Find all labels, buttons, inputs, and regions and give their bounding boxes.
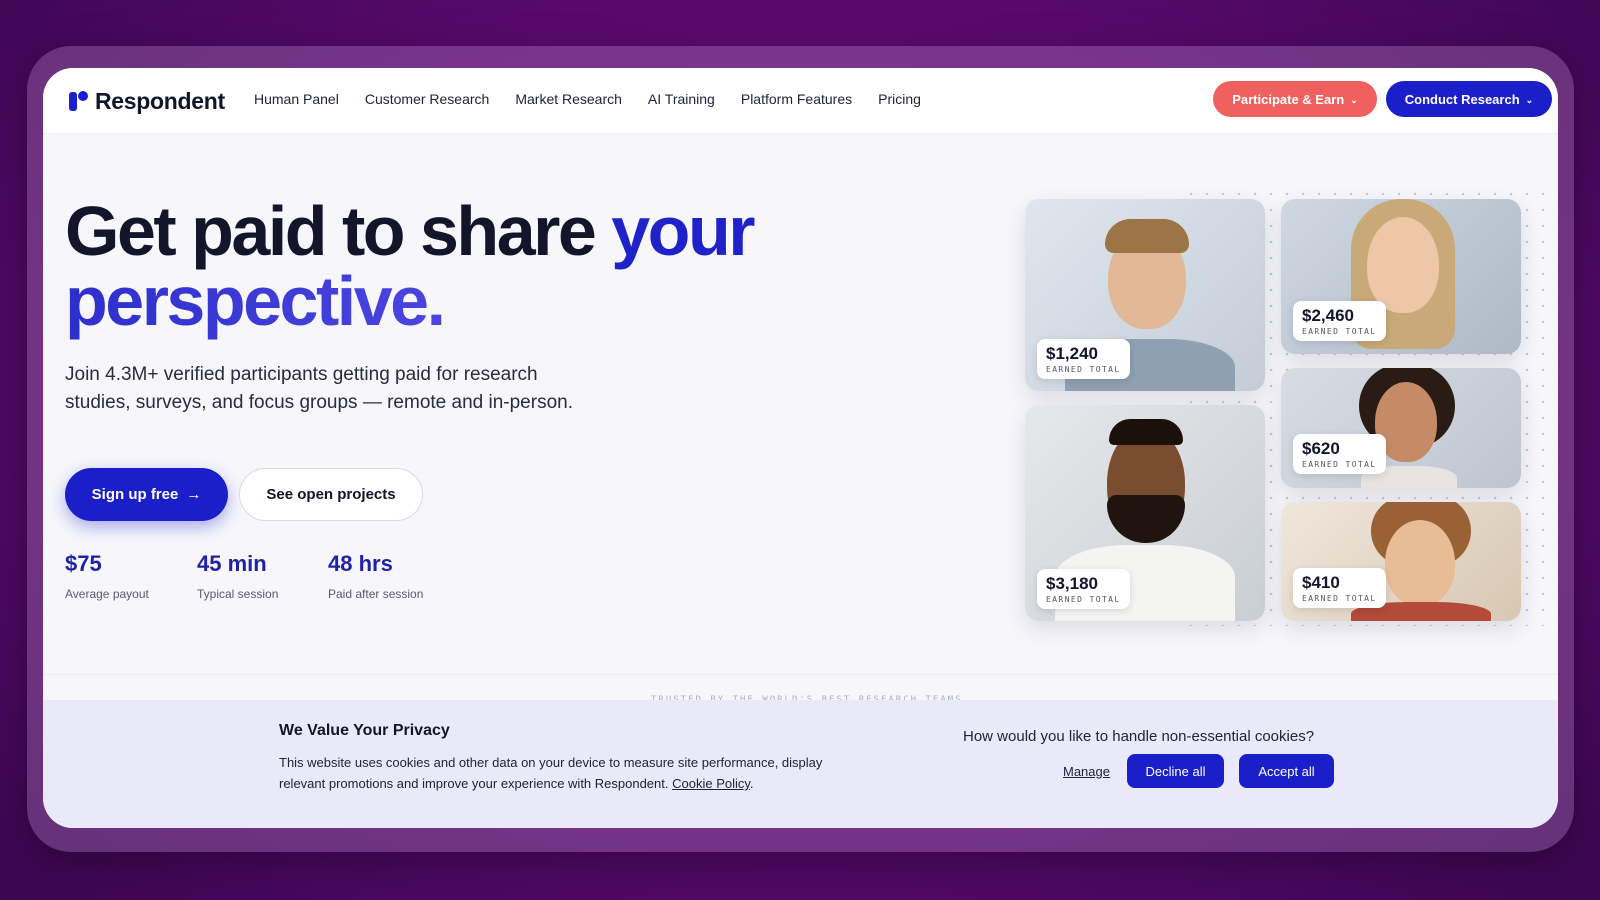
cookie-banner: We Value Your Privacy This website uses …: [43, 700, 1558, 828]
nav-link-market-research[interactable]: Market Research: [515, 91, 622, 107]
participate-earn-button[interactable]: Participate & Earn ⌄: [1213, 81, 1377, 117]
stat-typical-session: 45 min Typical session: [197, 551, 278, 601]
chevron-down-icon: ⌄: [1350, 94, 1358, 105]
cookie-question: How would you like to handle non-essenti…: [963, 728, 1315, 745]
participate-earn-label: Participate & Earn: [1232, 91, 1345, 107]
logo[interactable]: Respondent: [67, 88, 225, 114]
stat-value: 48 hrs: [328, 551, 393, 576]
cookie-policy-link[interactable]: Cookie Policy: [672, 776, 750, 791]
stat-average-payout: $75 Average payout: [65, 551, 149, 601]
nav-link-customer-research[interactable]: Customer Research: [365, 91, 490, 107]
logo-icon: [67, 90, 89, 112]
stat-value: 45 min: [197, 551, 267, 576]
earnings-label: EARNED TOTAL: [1046, 595, 1121, 604]
arrow-right-icon: →: [186, 486, 202, 503]
nav-link-platform-features[interactable]: Platform Features: [741, 91, 852, 107]
earnings-amount: $2,460: [1302, 306, 1354, 325]
page-window: Respondent Human Panel Customer Research…: [43, 68, 1558, 828]
accept-all-button[interactable]: Accept all: [1239, 754, 1334, 788]
stat-value: $75: [65, 551, 102, 576]
earnings-amount: $410: [1302, 573, 1340, 592]
participant-card: $620 EARNED TOTAL: [1281, 368, 1521, 488]
stat-label: Typical session: [197, 587, 279, 601]
earnings-amount: $3,180: [1046, 574, 1098, 593]
stat-paid-after: 48 hrs Paid after session: [328, 551, 423, 601]
decline-all-label: Decline all: [1145, 763, 1206, 779]
participant-card: $1,240 EARNED TOTAL: [1025, 199, 1265, 391]
decline-all-button[interactable]: Decline all: [1127, 754, 1224, 788]
hero-title-part1: Get paid to share: [65, 192, 612, 270]
nav-link-human-panel[interactable]: Human Panel: [254, 91, 339, 107]
see-projects-label: See open projects: [266, 486, 396, 503]
participant-card: $410 EARNED TOTAL: [1281, 502, 1521, 621]
manage-cookies-link[interactable]: Manage: [1063, 764, 1110, 779]
participant-card: $2,460 EARNED TOTAL: [1281, 199, 1521, 354]
hero-title-accent1: your: [611, 192, 755, 270]
sign-up-button[interactable]: Sign up free →: [65, 468, 228, 521]
accept-all-label: Accept all: [1258, 763, 1315, 779]
cookie-title: We Value Your Privacy: [279, 722, 450, 739]
earnings-label: EARNED TOTAL: [1302, 460, 1377, 469]
logo-text: Respondent: [95, 87, 225, 114]
see-projects-button[interactable]: See open projects: [239, 468, 423, 521]
hero-title: Get paid to share your perspective.: [65, 196, 785, 336]
top-nav: Respondent Human Panel Customer Research…: [43, 68, 1558, 134]
earnings-badge: $620 EARNED TOTAL: [1293, 434, 1386, 474]
chevron-down-icon: ⌄: [1525, 94, 1534, 105]
stat-label: Average payout: [65, 587, 149, 601]
hero-title-accent2: perspective.: [65, 262, 446, 340]
earnings-label: EARNED TOTAL: [1046, 365, 1121, 374]
conduct-research-button[interactable]: Conduct Research ⌄: [1386, 81, 1552, 117]
earnings-label: EARNED TOTAL: [1302, 594, 1377, 603]
earnings-amount: $1,240: [1046, 344, 1098, 363]
stat-label: Paid after session: [328, 587, 424, 601]
earnings-label: EARNED TOTAL: [1302, 327, 1377, 336]
earnings-amount: $620: [1302, 439, 1340, 458]
earnings-badge: $1,240 EARNED TOTAL: [1037, 339, 1130, 379]
nav-links: Human Panel Customer Research Market Res…: [254, 91, 921, 107]
nav-link-ai-training[interactable]: AI Training: [648, 91, 715, 107]
sign-up-label: Sign up free: [91, 486, 179, 503]
cookie-period: .: [749, 776, 754, 791]
earnings-badge: $2,460 EARNED TOTAL: [1293, 301, 1386, 341]
earnings-badge: $410 EARNED TOTAL: [1293, 568, 1386, 608]
nav-link-pricing[interactable]: Pricing: [878, 91, 921, 107]
hero-subtitle: Join 4.3M+ verified participants getting…: [65, 364, 573, 413]
cookie-text: This website uses cookies and other data…: [279, 752, 839, 794]
conduct-research-label: Conduct Research: [1404, 91, 1520, 107]
earnings-badge: $3,180 EARNED TOTAL: [1037, 569, 1130, 609]
participant-card: $3,180 EARNED TOTAL: [1025, 405, 1265, 621]
